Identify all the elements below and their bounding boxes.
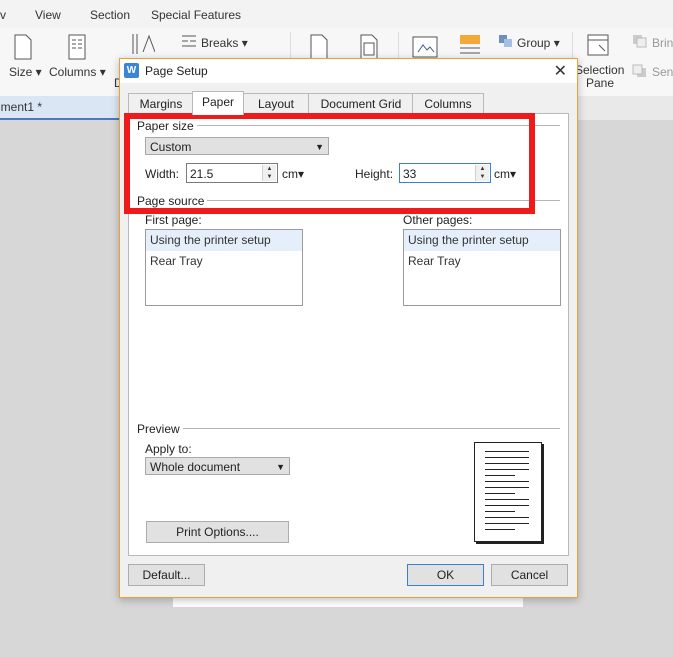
picture-icon[interactable] [412, 36, 438, 58]
tab-columns[interactable]: Columns [412, 93, 484, 114]
document-tab-label: ument1 * [0, 100, 43, 114]
spin-up-icon[interactable]: ▲ [476, 165, 489, 173]
menu-bar: v View Section Special Features [0, 0, 673, 28]
spin-up-icon[interactable]: ▲ [263, 165, 276, 173]
tab-layout[interactable]: Layout [242, 93, 310, 114]
menu-item-special-features[interactable]: Special Features [151, 8, 241, 22]
paper-size-divider [137, 125, 560, 126]
selection-pane-button[interactable]: Selection [575, 63, 624, 77]
dialog-titlebar[interactable]: W Page Setup ✕ [120, 59, 577, 83]
page-border-icon[interactable] [358, 34, 380, 60]
group-button[interactable]: Group ▾ [517, 36, 560, 50]
chevron-down-icon: ▼ [276, 462, 285, 472]
apply-to-label: Apply to: [145, 442, 192, 456]
height-spinner[interactable]: 33 ▲ ▼ [399, 163, 491, 183]
bring-forward-icon[interactable] [632, 34, 648, 48]
size-button[interactable]: Size ▾ [9, 65, 42, 79]
other-pages-listbox[interactable]: Using the printer setup Rear Tray [403, 229, 561, 306]
list-item[interactable]: Rear Tray [404, 251, 560, 272]
paper-size-select[interactable]: Custom ▼ [145, 137, 329, 155]
first-page-label: First page: [145, 213, 202, 227]
page-setup-dialog: W Page Setup ✕ Margins Paper Layout Docu… [119, 58, 578, 598]
page-preview-thumbnail [474, 442, 542, 542]
width-label: Width: [145, 167, 180, 181]
paper-size-group-label: Paper size [137, 119, 197, 133]
align-icon[interactable] [459, 34, 481, 58]
send-backward-button[interactable]: Send [652, 65, 673, 79]
width-value: 21.5 [190, 167, 214, 181]
tab-margins[interactable]: Margins [128, 93, 194, 114]
menu-item-section[interactable]: Section [90, 8, 130, 22]
breaks-button[interactable]: Breaks ▾ [201, 36, 248, 50]
columns-button[interactable]: Columns ▾ [49, 65, 106, 79]
preview-group-label: Preview [137, 422, 183, 436]
breaks-icon[interactable] [181, 34, 197, 48]
height-label: Height: [355, 167, 394, 181]
width-unit-select[interactable]: cm▾ [282, 167, 304, 181]
selection-pane-icon[interactable] [587, 34, 609, 56]
close-icon[interactable]: ✕ [554, 61, 567, 81]
columns-icon[interactable] [66, 34, 88, 60]
ok-button[interactable]: OK [407, 564, 484, 586]
first-page-listbox[interactable]: Using the printer setup Rear Tray [145, 229, 303, 306]
width-spinner[interactable]: 21.5 ▲ ▼ [186, 163, 278, 183]
height-value: 33 [403, 167, 417, 181]
document-tab[interactable]: ument1 * [0, 96, 120, 120]
other-pages-label: Other pages: [403, 213, 473, 227]
send-backward-icon[interactable] [632, 64, 648, 78]
page-source-group-label: Page source [137, 194, 208, 208]
paper-size-value: Custom [150, 140, 192, 154]
preview-divider [137, 428, 560, 429]
spin-down-icon[interactable]: ▼ [476, 173, 489, 181]
dialog-title: Page Setup [145, 64, 208, 78]
menu-item-view[interactable]: View [35, 8, 61, 22]
list-item[interactable]: Rear Tray [146, 251, 302, 272]
tab-document-grid[interactable]: Document Grid [308, 93, 414, 114]
height-spin-buttons[interactable]: ▲ ▼ [475, 165, 489, 181]
tab-paper[interactable]: Paper [192, 91, 244, 115]
group-icon[interactable] [498, 34, 514, 48]
apply-to-select[interactable]: Whole document ▼ [145, 457, 290, 475]
text-direction-icon[interactable] [131, 32, 155, 56]
apply-to-value: Whole document [150, 460, 241, 474]
chevron-down-icon: ▼ [315, 142, 324, 152]
spin-down-icon[interactable]: ▼ [263, 173, 276, 181]
cancel-button[interactable]: Cancel [491, 564, 568, 586]
list-item[interactable]: Using the printer setup [146, 230, 302, 251]
page-size-icon[interactable] [12, 34, 34, 60]
bring-forward-button[interactable]: Brin [652, 36, 673, 50]
height-unit-select[interactable]: cm▾ [494, 167, 516, 181]
wps-app-icon: W [124, 63, 139, 78]
list-item[interactable]: Using the printer setup [404, 230, 560, 251]
print-options-button[interactable]: Print Options.... [146, 521, 289, 543]
page-icon[interactable] [308, 34, 330, 60]
width-spin-buttons[interactable]: ▲ ▼ [262, 165, 276, 181]
selection-pane-button-line2[interactable]: Pane [586, 76, 614, 90]
menu-item-partial[interactable]: v [0, 8, 6, 22]
default-button[interactable]: Default... [128, 564, 205, 586]
